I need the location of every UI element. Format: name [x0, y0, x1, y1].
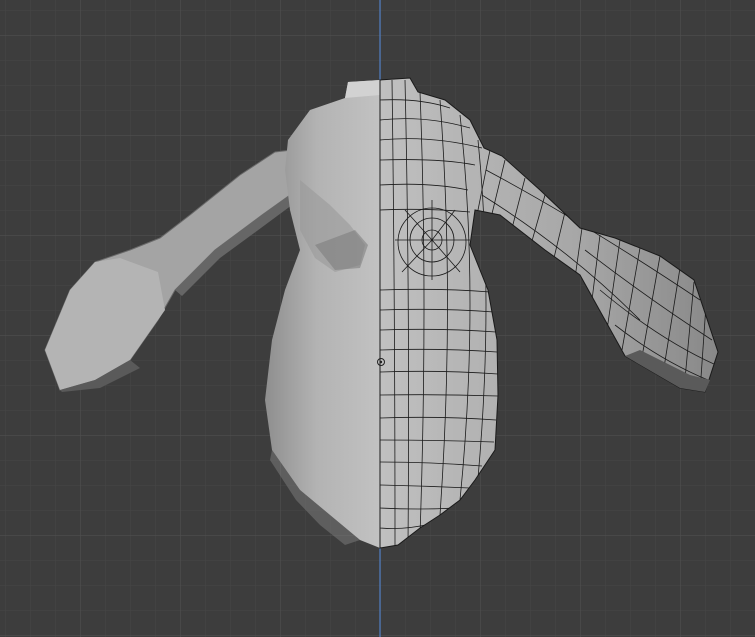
viewport-canvas[interactable]: [0, 0, 755, 637]
3d-viewport[interactable]: [0, 0, 755, 637]
left-neck: [345, 80, 380, 98]
